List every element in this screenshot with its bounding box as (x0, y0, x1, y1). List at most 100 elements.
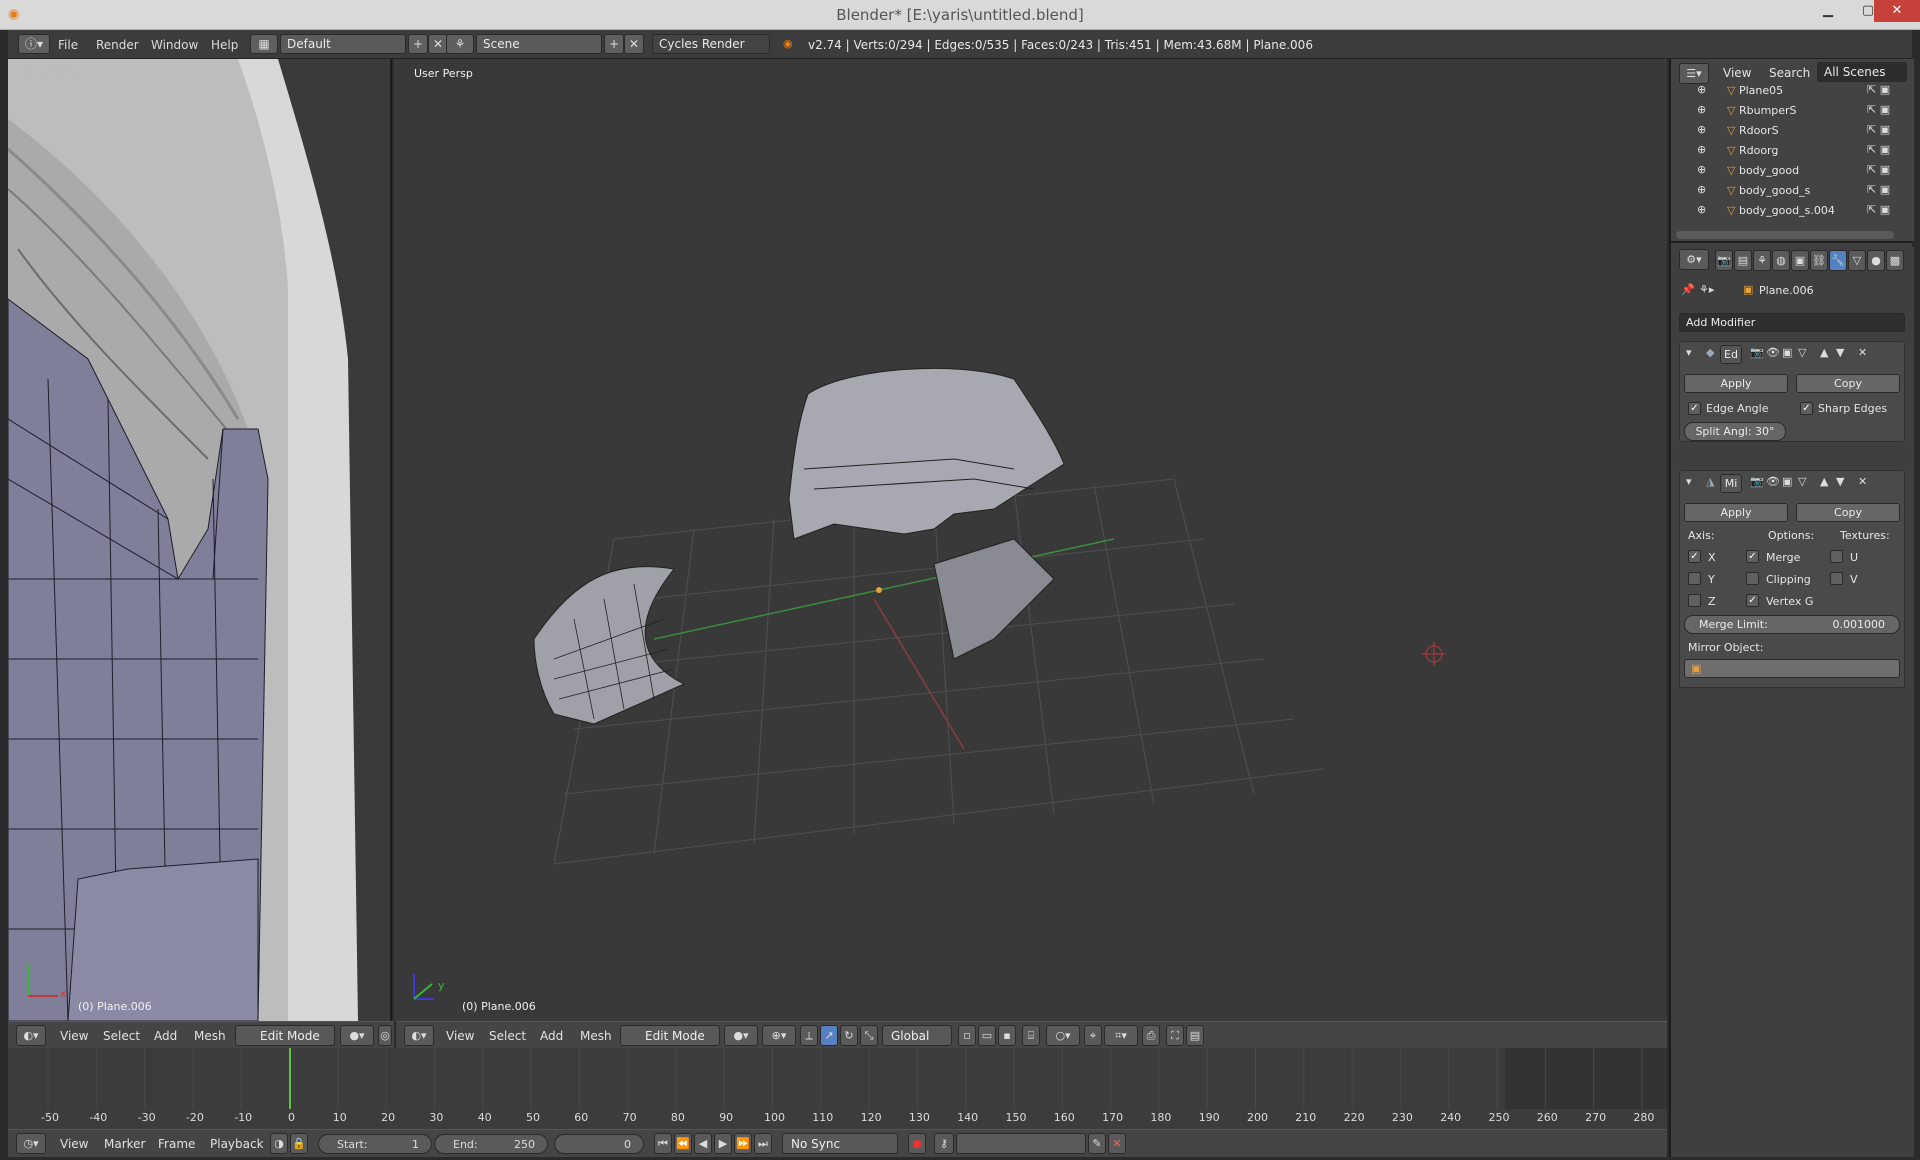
mirror-object-field[interactable]: ▣ (1684, 659, 1900, 678)
opengl-render-icon[interactable]: ⎙ (1142, 1025, 1160, 1046)
face-select-icon[interactable]: ▪ (998, 1025, 1016, 1046)
properties-editor-type-icon[interactable]: ⚙▾ (1679, 249, 1709, 270)
minimize-button[interactable]: ▁ (1808, 0, 1848, 22)
remove-modifier-icon[interactable]: ✕ (1858, 346, 1867, 359)
axis-z-checkbox[interactable] (1688, 594, 1701, 607)
edge-angle-checkbox[interactable]: ✓ (1688, 402, 1701, 415)
world-tab-icon[interactable]: ◍ (1772, 250, 1790, 271)
timeline[interactable]: -50 -40 -30 -20 -10 0 10 20 30 40 50 60 70 80 90 100 110… (8, 1048, 1667, 1129)
add-modifier-select[interactable]: Add Modifier (1679, 313, 1905, 332)
mirror-name-field[interactable]: Mi (1720, 474, 1742, 493)
clipping-checkbox[interactable] (1746, 572, 1759, 585)
orientation-select[interactable]: Global (882, 1025, 952, 1046)
texture-tab-icon[interactable]: ▩ (1886, 250, 1904, 271)
rotate-icon[interactable]: ↻ (840, 1025, 858, 1046)
mirror-move-down-icon[interactable]: ▼ (1836, 475, 1844, 488)
manipulator-icon[interactable]: ⟂ (800, 1025, 818, 1046)
outliner-editor-type-icon[interactable]: ☰▾ (1679, 63, 1709, 84)
scene-icon[interactable]: ⚘ (446, 34, 474, 54)
visibility-icons[interactable]: ⇱ ▣ (1867, 83, 1890, 96)
proportional-edit-icon[interactable]: ○▾ (1046, 1025, 1080, 1046)
render-toggle-icon[interactable]: 📷 (1750, 346, 1764, 359)
expand-icon[interactable]: ⊕ (1697, 143, 1706, 156)
left-pivot-icon[interactable]: ◎ (378, 1025, 392, 1046)
left-shading-icon[interactable]: ●▾ (340, 1025, 374, 1046)
expand-icon[interactable]: ⊕ (1697, 203, 1706, 216)
axis-y-checkbox[interactable] (1688, 572, 1701, 585)
move-up-icon[interactable]: ▲ (1820, 346, 1828, 359)
outliner-item[interactable]: ▽ body_good_s.004 (1727, 203, 1835, 219)
render-tab-icon[interactable]: 📷 (1715, 250, 1733, 271)
mirror-editmode-toggle-icon[interactable]: ▣ (1782, 475, 1792, 488)
visibility-icons[interactable]: ⇱ ▣ (1867, 123, 1890, 136)
timeline-menu-playback[interactable]: Playback (210, 1137, 264, 1151)
screen-layout-field[interactable]: Default (280, 34, 406, 54)
editor-type-icon[interactable]: ◐▾ (16, 1025, 46, 1046)
limit-selection-icon[interactable]: ⌸ (1022, 1025, 1040, 1046)
visibility-icons[interactable]: ⇱ ▣ (1867, 143, 1890, 156)
split-angle-field[interactable]: Split Angl: 30° (1684, 422, 1786, 441)
move-down-icon[interactable]: ▼ (1836, 346, 1844, 359)
left-menu-mesh[interactable]: Mesh (194, 1029, 226, 1043)
timeline-editor-type-icon[interactable]: ◷▾ (16, 1133, 46, 1154)
outliner-menu-search[interactable]: Search (1769, 66, 1810, 80)
add-scene-icon[interactable]: + (604, 34, 624, 54)
editmode-toggle-icon[interactable]: ▣ (1782, 346, 1792, 359)
visibility-icons[interactable]: ⇱ ▣ (1867, 103, 1890, 116)
texture-u-checkbox[interactable] (1830, 550, 1843, 563)
scale-icon[interactable]: ⤡ (860, 1025, 878, 1046)
viewport-toggle-icon[interactable]: 👁 (1766, 346, 1780, 359)
mirror-copy-button[interactable]: Copy (1796, 503, 1900, 522)
modifier-name-field[interactable]: Ed (1720, 345, 1742, 364)
jump-end-icon[interactable]: ⏭ (754, 1133, 772, 1154)
outliner-item[interactable]: ▽ body_good (1727, 163, 1799, 179)
left-menu-add[interactable]: Add (154, 1029, 177, 1043)
constraints-tab-icon[interactable]: ⛓ (1810, 250, 1828, 271)
next-keyframe-icon[interactable]: ⏩ (734, 1133, 752, 1154)
snap-element-icon[interactable]: ⌗▾ (1104, 1025, 1138, 1046)
visibility-icons[interactable]: ⇱ ▣ (1867, 163, 1890, 176)
expand-icon[interactable]: ⊕ (1697, 83, 1706, 96)
main-menu-select[interactable]: Select (489, 1029, 526, 1043)
mirror-remove-icon[interactable]: ✕ (1858, 475, 1867, 488)
outliner-scrollbar[interactable] (1676, 231, 1894, 239)
outliner[interactable]: ☰▾ View Search All Scenes ▽ Plane05 ⊕ ⇱ ▣ ▽… (1671, 59, 1914, 243)
add-screen-icon[interactable]: + (408, 34, 428, 54)
modifiers-tab-icon[interactable]: 🔧 (1829, 250, 1847, 271)
remove-scene-icon[interactable]: ✕ (624, 34, 644, 54)
lock-icon[interactable]: 🔒 (290, 1133, 308, 1154)
start-frame-field[interactable]: Start: 1 (318, 1134, 432, 1154)
close-button[interactable]: ✕ (1874, 0, 1920, 22)
mirror-move-up-icon[interactable]: ▲ (1820, 475, 1828, 488)
texture-v-checkbox[interactable] (1830, 572, 1843, 585)
main-menu-add[interactable]: Add (540, 1029, 563, 1043)
outliner-item[interactable]: ▽ Plane05 (1727, 83, 1783, 99)
merge-checkbox[interactable]: ✓ (1746, 550, 1759, 563)
main-editor-type-icon[interactable]: ◐▾ (404, 1025, 434, 1046)
main-menu-mesh[interactable]: Mesh (580, 1029, 612, 1043)
pivot-point-icon[interactable]: ⊕▾ (762, 1025, 796, 1046)
mirror-viewport-toggle-icon[interactable]: 👁 (1766, 475, 1780, 488)
expand-icon[interactable]: ⊕ (1697, 183, 1706, 196)
sharp-edges-checkbox[interactable]: ✓ (1800, 402, 1813, 415)
mirror-apply-button[interactable]: Apply (1684, 503, 1788, 522)
expand-icon[interactable]: ⊕ (1697, 123, 1706, 136)
render-engine-select[interactable]: Cycles Render (652, 34, 770, 54)
translate-icon[interactable]: ↗ (820, 1025, 838, 1046)
main-viewport[interactable]: User Persp y (0) Plane.006 (394, 59, 1667, 1021)
menu-window[interactable]: Window (151, 38, 198, 52)
main-menu-view[interactable]: View (446, 1029, 474, 1043)
timeline-menu-view[interactable]: View (60, 1137, 88, 1151)
left-mode-select[interactable]: Edit Mode (235, 1025, 335, 1046)
sync-mode-select[interactable]: No Sync (782, 1133, 898, 1154)
left-menu-view[interactable]: View (60, 1029, 88, 1043)
preview-range-icon[interactable]: ◑ (270, 1133, 288, 1154)
apply-button[interactable]: Apply (1684, 374, 1788, 393)
visibility-icons[interactable]: ⇱ ▣ (1867, 203, 1890, 216)
object-tab-icon[interactable]: ▣ (1791, 250, 1809, 271)
outliner-item[interactable]: ▽ RdoorS (1727, 123, 1779, 139)
outliner-menu-view[interactable]: View (1723, 66, 1751, 80)
end-frame-field[interactable]: End: 250 (434, 1134, 548, 1154)
current-frame-field[interactable]: 0 (554, 1134, 644, 1154)
keying-set-field[interactable] (956, 1133, 1086, 1154)
